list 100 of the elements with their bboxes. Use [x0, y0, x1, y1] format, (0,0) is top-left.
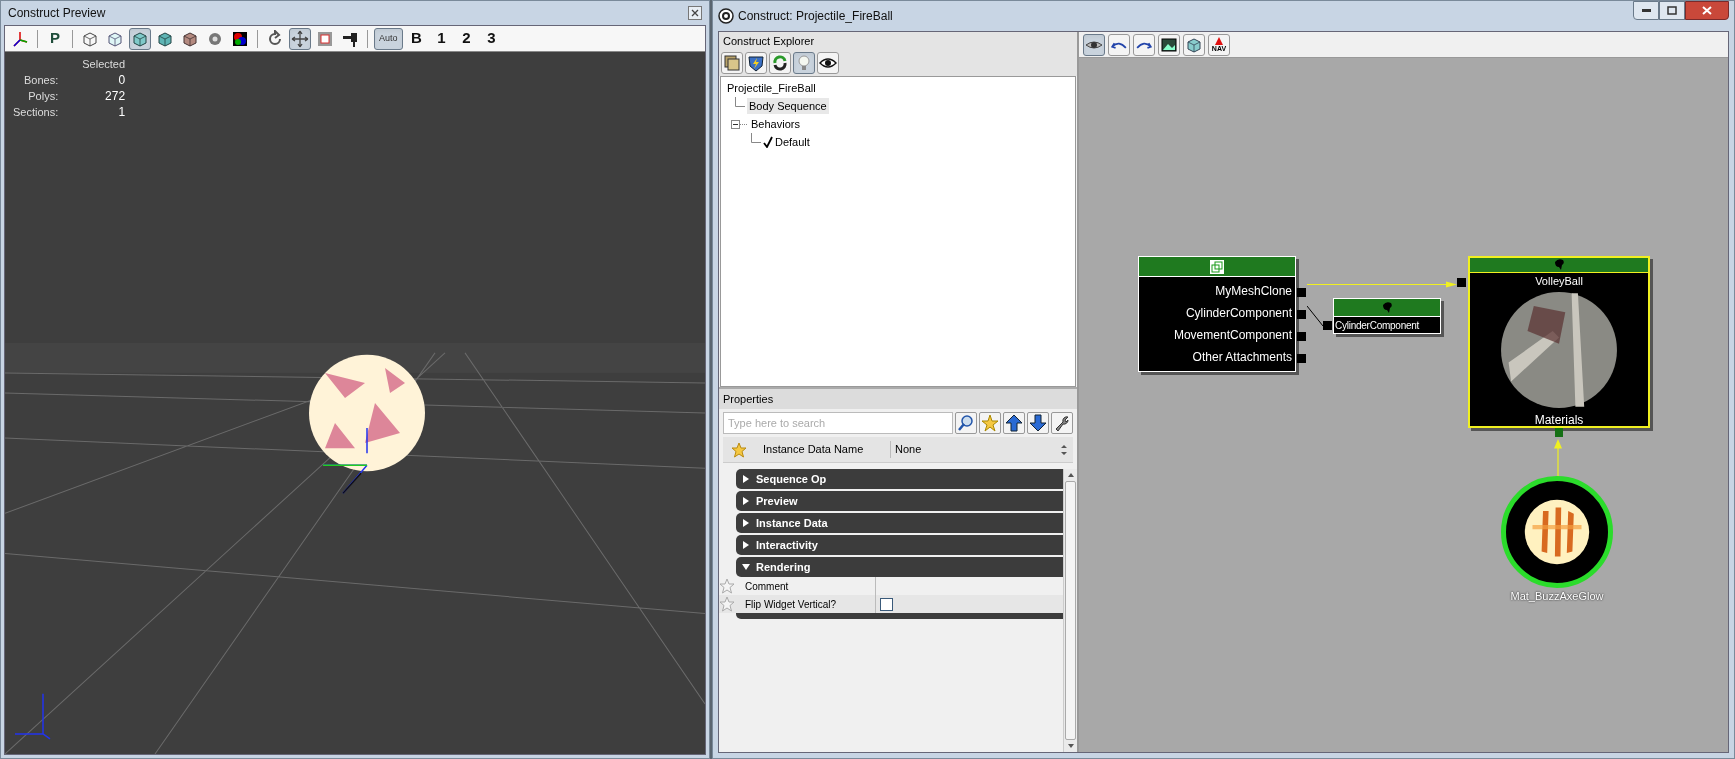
- square-icon: [316, 29, 334, 48]
- toolbar-button[interactable]: [1083, 33, 1105, 56]
- close-icon: [1702, 6, 1712, 15]
- category-header[interactable]: Preview: [736, 491, 1063, 511]
- star-icon[interactable]: [731, 441, 747, 458]
- group-icon: [1210, 259, 1224, 274]
- input-pin[interactable]: [1457, 278, 1466, 287]
- stat-value: 0: [117, 72, 126, 88]
- maximize-button[interactable]: [1659, 1, 1685, 20]
- arrow-up-icon: [1005, 414, 1023, 432]
- property-label: Flip Widget Vertical?: [744, 597, 838, 612]
- window-title: Construct Preview: [8, 5, 106, 22]
- tree-line-icon: [751, 133, 761, 143]
- bust-icon: [1380, 300, 1394, 315]
- stack-icon: [723, 54, 741, 72]
- output-pin-label: CylinderComponent: [1185, 305, 1293, 322]
- node-label: VolleyBall: [1534, 274, 1584, 289]
- search-icon: [957, 414, 975, 432]
- window-title: Construct: Projectile_FireBall: [738, 8, 894, 25]
- triangle-icon: [1215, 37, 1223, 45]
- toolbar-button[interactable]: 3: [480, 27, 503, 50]
- column-header: Selected: [82, 57, 126, 72]
- collapse-arrow-icon: [742, 563, 750, 571]
- tree-item[interactable]: Default: [773, 133, 812, 151]
- search-field[interactable]: Type here to search: [723, 412, 953, 434]
- shield-icon: [747, 54, 765, 72]
- redo-icon: [1136, 40, 1152, 49]
- toolbar-button[interactable]: Auto: [374, 27, 403, 50]
- tree-item[interactable]: Body Sequence: [747, 97, 829, 115]
- graph-node[interactable]: CylinderComponent: [1333, 298, 1441, 334]
- tree-line-icon: [735, 97, 745, 107]
- graph-node[interactable]: VolleyBall Materials: [1468, 256, 1650, 428]
- close-button[interactable]: [1685, 1, 1729, 20]
- toolbar-button[interactable]: [1158, 33, 1180, 56]
- close-icon: [691, 9, 699, 17]
- stat-label: Sections:: [13, 105, 59, 120]
- lightbulb-icon: [795, 54, 813, 72]
- expand-arrow-icon: [742, 541, 750, 549]
- app-icon: [718, 8, 734, 24]
- output-pin[interactable]: [1297, 331, 1306, 341]
- toolbar-button[interactable]: P: [44, 27, 66, 50]
- node-label: Materials: [1533, 413, 1585, 427]
- move-icon: [291, 29, 309, 48]
- output-pin-label: Other Attachments: [1192, 349, 1293, 366]
- output-pin[interactable]: [1297, 287, 1306, 297]
- shaded-cube-button[interactable]: [129, 27, 151, 50]
- toolbar-button[interactable]: [1108, 33, 1130, 56]
- connection-line: [1307, 306, 1323, 326]
- category-header[interactable]: Instance Data: [736, 513, 1063, 533]
- toolbar-button[interactable]: 2: [455, 27, 478, 50]
- category-header[interactable]: Rendering: [736, 557, 1063, 577]
- property-label: Instance Data Name: [762, 442, 865, 458]
- toolbar-button[interactable]: [1133, 33, 1155, 56]
- output-pin[interactable]: [1297, 353, 1306, 363]
- star-icon[interactable]: [719, 596, 735, 612]
- panel-header: Properties: [719, 389, 1077, 409]
- minimize-button[interactable]: [1633, 1, 1659, 20]
- scrollbar[interactable]: [1063, 469, 1077, 752]
- checkbox[interactable]: [880, 597, 893, 611]
- input-pin[interactable]: [1323, 321, 1332, 330]
- arrow-down-icon: [1029, 414, 1047, 432]
- stat-value: 1: [117, 104, 126, 120]
- node-label: Mat_BuzzAxeGlow: [1510, 589, 1604, 604]
- stat-value: 272: [104, 88, 126, 104]
- move-button[interactable]: [289, 27, 311, 50]
- output-pin-label: MovementComponent: [1173, 327, 1293, 344]
- toolbar-button[interactable]: 1: [430, 27, 453, 50]
- bust-icon: [1552, 258, 1566, 272]
- color-square-icon: [231, 29, 249, 48]
- minimize-icon: [1641, 8, 1651, 13]
- stat-label: Bones:: [23, 73, 59, 88]
- output-pin-label: MyMeshClone: [1215, 283, 1293, 300]
- graph-node[interactable]: MyMeshClone CylinderComponent MovementComponent Other Attachments: [1138, 256, 1296, 372]
- star-icon[interactable]: [719, 578, 735, 594]
- tool-button[interactable]: [817, 52, 839, 74]
- category-header[interactable]: Sequence Op: [736, 469, 1063, 489]
- expand-arrow-icon: [742, 497, 750, 505]
- rotate-icon: [266, 29, 284, 48]
- expand-arrow-icon: [742, 475, 750, 483]
- stat-label: Polys:: [27, 89, 59, 104]
- tool-button[interactable]: [1027, 412, 1049, 434]
- close-button[interactable]: [688, 6, 702, 20]
- category-header[interactable]: Interactivity: [736, 535, 1063, 555]
- collapse-icon[interactable]: [731, 119, 749, 129]
- refresh-icon: [771, 54, 789, 72]
- tool-button[interactable]: [1003, 412, 1025, 434]
- panel-header: Construct Explorer: [719, 32, 1077, 50]
- image-icon: [1160, 35, 1178, 54]
- output-pin[interactable]: [1297, 309, 1306, 319]
- node-label: CylinderComponent: [1334, 318, 1420, 333]
- input-pin[interactable]: [1555, 428, 1563, 437]
- undo-icon: [1111, 40, 1127, 49]
- tool-button[interactable]: [745, 52, 767, 74]
- tool-button[interactable]: [1051, 412, 1073, 434]
- tree-item[interactable]: Projectile_FireBall: [725, 79, 818, 97]
- tool-button[interactable]: [955, 412, 977, 434]
- toolbar-button[interactable]: B: [405, 27, 428, 50]
- property-value[interactable]: None: [890, 441, 1059, 458]
- tree-item[interactable]: Behaviors: [749, 115, 802, 133]
- tool-button[interactable]: [769, 52, 791, 74]
